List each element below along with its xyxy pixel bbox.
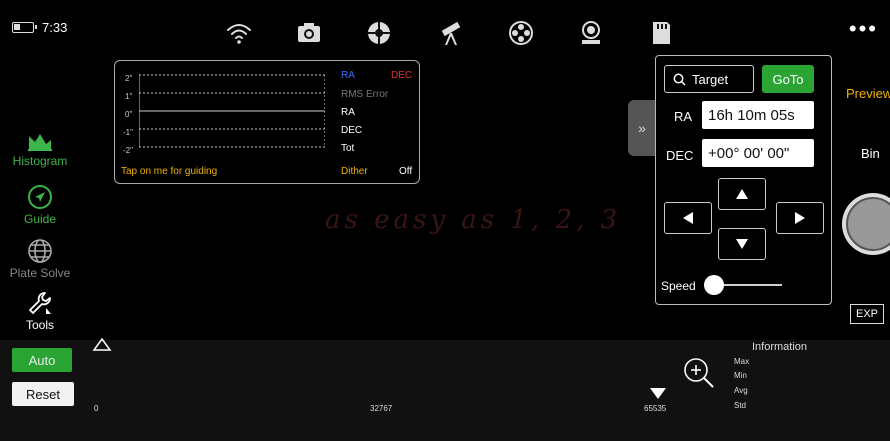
sd-card-icon[interactable] [644, 16, 678, 50]
rms-tot-label: Tot [341, 143, 355, 154]
menu-tools-label: Tools [25, 318, 54, 332]
info-max-label: Max [734, 357, 750, 366]
wrench-icon [29, 292, 51, 314]
tap-for-guiding-label[interactable]: Tap on me for guiding [121, 166, 217, 177]
globe-icon [28, 239, 52, 263]
ra-input[interactable]: 16h 10m 05s [702, 101, 814, 129]
triangle-down-icon [736, 239, 748, 249]
battery-icon [12, 22, 37, 33]
histogram-icon [28, 134, 52, 151]
triangle-right-icon [795, 212, 805, 224]
y-tick-label: 0" [125, 110, 133, 119]
bin-label[interactable]: Bin [861, 146, 880, 161]
filter-wheel-icon[interactable] [504, 16, 538, 50]
menu-plate-solve-label: Plate Solve [9, 266, 71, 280]
histogram-min-value: 0 [94, 404, 99, 413]
target-search-button[interactable]: Target [664, 65, 754, 93]
status-area: 7:33 [12, 20, 67, 35]
preview-label[interactable]: Preview [846, 86, 890, 101]
guide-icon [28, 185, 52, 209]
ra-label: RA [674, 109, 693, 124]
shutter-button[interactable] [842, 193, 890, 255]
zoom-in-button[interactable] [682, 356, 716, 390]
status-time: 7:33 [42, 20, 68, 35]
dec-input[interactable]: +00° 00' 00" [702, 139, 814, 167]
menu-histogram-label: Histogram [12, 154, 68, 168]
y-tick-label: -1" [123, 128, 133, 137]
guide-graph-plot [139, 74, 325, 148]
guide-graph-panel[interactable]: 2" 1" 0" -1" -2" RA DEC RMS Error RA DEC… [114, 60, 420, 184]
camera-icon[interactable] [292, 16, 326, 50]
exposure-button[interactable]: EXP [850, 304, 884, 324]
move-left-button[interactable] [664, 202, 712, 234]
goto-button[interactable]: GoTo [762, 65, 814, 93]
menu-plate-solve[interactable]: Plate Solve [0, 238, 80, 280]
dither-value[interactable]: Off [399, 166, 412, 177]
y-tick-label: 1" [125, 92, 133, 101]
rms-ra-label: RA [341, 107, 355, 118]
information-title: Information [752, 341, 808, 353]
auto-stretch-button[interactable]: Auto [12, 348, 72, 372]
y-tick-label: -2" [123, 146, 133, 155]
goto-panel: Target GoTo RA 16h 10m 05s DEC +00° 00' … [655, 55, 832, 305]
target-button-label: Target [692, 71, 729, 87]
black-point-marker-icon[interactable] [92, 338, 112, 352]
info-avg-label: Avg [734, 386, 748, 395]
double-chevron-right-icon: » [638, 120, 646, 136]
speed-label: Speed [661, 279, 696, 293]
collapse-panel-tab[interactable]: » [628, 100, 656, 156]
tagline-watermark: as easy as 1, 2, 3 [325, 205, 622, 235]
dither-label[interactable]: Dither [341, 166, 368, 177]
move-up-button[interactable] [718, 178, 766, 210]
focuser-icon[interactable] [362, 16, 396, 50]
histogram-max-value: 65535 [644, 404, 667, 413]
histogram-bar [0, 340, 890, 441]
search-icon [673, 73, 686, 86]
telescope-icon[interactable] [434, 16, 468, 50]
reset-stretch-button[interactable]: Reset [12, 382, 74, 406]
y-tick-label: 2" [125, 74, 133, 83]
dec-label: DEC [666, 148, 694, 163]
info-std-label: Std [734, 401, 747, 410]
info-min-label: Min [734, 371, 747, 380]
triangle-up-icon [736, 189, 748, 199]
white-point-marker-icon[interactable] [648, 386, 668, 400]
triangle-left-icon [683, 212, 693, 224]
menu-guide[interactable]: Guide [0, 184, 80, 226]
zoom-in-icon [684, 358, 714, 388]
menu-guide-label: Guide [23, 212, 57, 226]
speed-slider[interactable] [704, 275, 782, 295]
mount-icon[interactable] [574, 16, 608, 50]
wifi-icon[interactable] [222, 16, 256, 50]
rms-error-label: RMS Error [341, 89, 389, 100]
histogram-mid-value: 32767 [370, 404, 393, 413]
move-right-button[interactable] [776, 202, 824, 234]
menu-tools[interactable]: Tools [0, 290, 80, 332]
menu-histogram[interactable]: Histogram [0, 130, 80, 168]
rms-dec-label: DEC [341, 125, 363, 136]
move-down-button[interactable] [718, 228, 766, 260]
ra-legend: RA [341, 70, 355, 81]
dec-legend: DEC [391, 70, 413, 81]
